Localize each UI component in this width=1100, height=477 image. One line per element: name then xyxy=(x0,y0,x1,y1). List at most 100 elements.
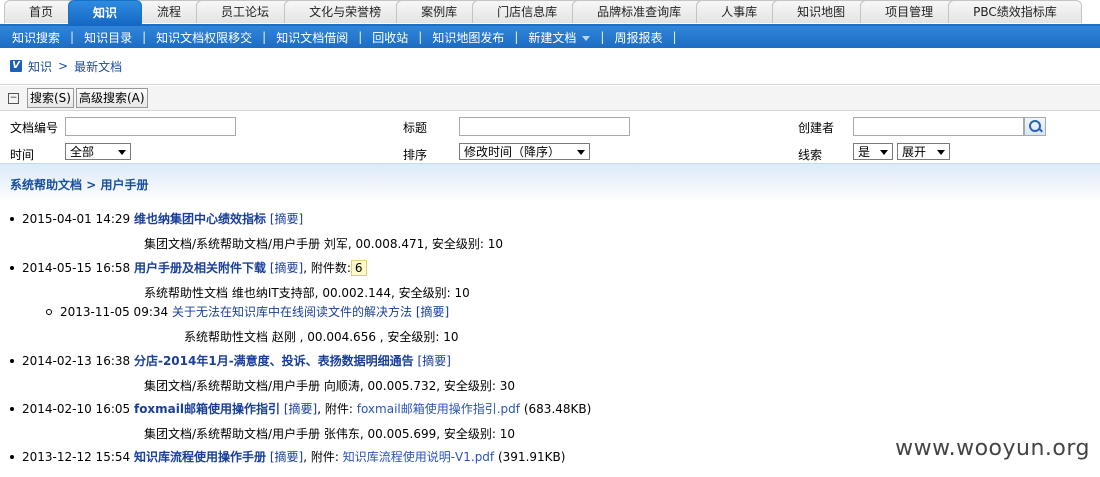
sort-label: 排序 xyxy=(403,148,428,162)
attachment-size: (391.91KB) xyxy=(497,450,566,464)
creator-label: 创建者 xyxy=(798,121,835,135)
section-path-user-manual[interactable]: 用户手册 xyxy=(100,176,148,193)
chevron-down-icon xyxy=(582,35,591,41)
title-label: 标题 xyxy=(403,121,428,135)
title-input[interactable] xyxy=(459,117,630,136)
attachment-file-link[interactable]: foxmail邮箱使用操作指引.pdf xyxy=(357,402,520,416)
tab-forum[interactable]: 员工论坛 xyxy=(196,0,295,23)
subnav-weekly-report[interactable]: 周报报表 xyxy=(614,29,662,46)
doc-summary-link[interactable]: [摘要] xyxy=(416,305,449,319)
doc-summary-link[interactable]: [摘要] xyxy=(270,261,303,275)
chevron-down-icon xyxy=(118,150,126,155)
breadcrumb-root[interactable]: 知识 xyxy=(28,58,52,75)
subnav-separator: | xyxy=(358,30,363,44)
search-button[interactable]: 搜索(S) xyxy=(27,88,74,108)
thread-select-value: 是 xyxy=(858,145,871,159)
doc-title-link[interactable]: 分店-2014年1月-满意度、投诉、表扬数据明细通告 xyxy=(134,354,414,368)
doc-number-input[interactable] xyxy=(65,117,236,136)
doc-summary-link[interactable]: [摘要] xyxy=(284,402,317,416)
subnav-map-publish[interactable]: 知识地图发布 xyxy=(432,29,504,46)
breadcrumb: V 知识 > 最新文档 xyxy=(0,48,1100,85)
time-select[interactable]: 全部 xyxy=(65,143,131,160)
collapse-icon[interactable]: − xyxy=(8,92,19,104)
bullet-icon xyxy=(10,454,14,459)
tab-pbc[interactable]: PBC绩效指标库 xyxy=(948,0,1082,23)
doc-title-link[interactable]: foxmail邮箱使用操作指引 xyxy=(134,402,280,416)
tab-brand-standard[interactable]: 品牌标准查询库 xyxy=(572,0,707,23)
tab-home[interactable]: 首页 xyxy=(4,0,79,23)
expand-select[interactable]: 展开 xyxy=(897,143,950,160)
subnav-separator: | xyxy=(70,30,75,44)
attachment-file-link[interactable]: 知识库流程使用说明-V1.pdf xyxy=(343,450,494,464)
tab-projects[interactable]: 项目管理 xyxy=(860,0,959,23)
advanced-search-button[interactable]: 高级搜索(A) xyxy=(75,88,148,108)
attachment-count-badge[interactable]: 6 xyxy=(350,260,367,276)
subnav-separator: | xyxy=(262,30,267,44)
time-select-value: 全部 xyxy=(70,145,95,159)
tab-hr[interactable]: 人事库 xyxy=(696,0,783,23)
bullet-icon xyxy=(10,265,14,270)
doc-summary-link[interactable]: [摘要] xyxy=(418,354,451,368)
list-item: 2013-11-05 09:34 关于无法在知识库中在线阅读文件的解决方法 [摘… xyxy=(0,303,1100,345)
attachment-label: , 附件: xyxy=(303,450,339,464)
doc-title-link[interactable]: 知识库流程使用操作手册 xyxy=(134,450,266,464)
search-toolbar: − 搜索(S) 高级搜索(A) xyxy=(0,86,1100,111)
breadcrumb-current[interactable]: 最新文档 xyxy=(74,58,122,75)
chevron-down-icon xyxy=(577,150,585,155)
subnav-separator: | xyxy=(418,30,423,44)
subnav-separator: | xyxy=(142,30,147,44)
subnav-separator: | xyxy=(600,30,605,44)
doc-meta: 系统帮助性文档 维也纳IT支持部, 00.002.144, 安全级别: 10 xyxy=(144,286,470,300)
doc-meta: 系统帮助性文档 赵刚 , 00.004.656 , 安全级别: 10 xyxy=(184,330,459,344)
tab-process[interactable]: 流程 xyxy=(132,0,207,23)
chevron-down-icon xyxy=(937,150,945,155)
subnav-knowledge-catalog[interactable]: 知识目录 xyxy=(84,29,132,46)
list-item: 2014-05-15 16:58 用户手册及相关附件下载 [摘要], 附件数: 6… xyxy=(0,259,1100,301)
tab-knowledge[interactable]: 知识 xyxy=(68,0,143,26)
subnav-knowledge-search[interactable]: 知识搜索 xyxy=(12,29,60,46)
subnav-new-document[interactable]: 新建文档 xyxy=(528,29,591,46)
tab-cases[interactable]: 案例库 xyxy=(396,0,483,23)
breadcrumb-separator: > xyxy=(58,59,69,73)
doc-date: 2013-12-12 15:54 xyxy=(22,450,131,464)
subnav-new-document-label: 新建文档 xyxy=(528,30,577,45)
doc-summary-link[interactable]: [摘要] xyxy=(270,450,303,464)
section-path-separator: > xyxy=(86,178,97,192)
thread-select[interactable]: 是 xyxy=(853,143,893,160)
thread-label: 线索 xyxy=(798,148,823,162)
chevron-down-icon xyxy=(880,150,888,155)
doc-date: 2014-02-10 16:05 xyxy=(22,402,131,416)
doc-date: 2014-02-13 16:38 xyxy=(22,354,131,368)
doc-title-link[interactable]: 关于无法在知识库中在线阅读文件的解决方法 xyxy=(172,305,412,319)
bullet-icon xyxy=(10,406,14,411)
knowledge-logo-icon: V xyxy=(10,60,22,72)
creator-search-button[interactable] xyxy=(1024,117,1046,136)
tab-store-info[interactable]: 门店信息库 xyxy=(472,0,583,23)
watermark: www.wooyun.org xyxy=(895,436,1090,461)
doc-number-label: 文档编号 xyxy=(10,121,59,135)
doc-date: 2013-11-05 09:34 xyxy=(60,305,169,319)
doc-date: 2014-05-15 16:58 xyxy=(22,261,131,275)
attachment-size: (683.48KB) xyxy=(523,402,592,416)
section-path-help-docs[interactable]: 系统帮助文档 xyxy=(10,176,82,193)
sub-bullet-icon xyxy=(46,308,52,315)
subnav-permission-transfer[interactable]: 知识文档权限移交 xyxy=(156,29,252,46)
creator-input[interactable] xyxy=(853,117,1024,136)
subnav-recycle-bin[interactable]: 回收站 xyxy=(372,29,408,46)
doc-title-link[interactable]: 维也纳集团中心绩效指标 xyxy=(134,212,266,226)
doc-meta: 集团文档/系统帮助文档/用户手册 向顺涛, 00.005.732, 安全级别: … xyxy=(144,379,515,393)
subnav-doc-borrow[interactable]: 知识文档借阅 xyxy=(276,29,348,46)
list-item: 2015-04-01 14:29 维也纳集团中心绩效指标 [摘要] 集团文档/系… xyxy=(0,210,1100,252)
doc-title-link[interactable]: 用户手册及相关附件下载 xyxy=(134,261,266,275)
tab-culture[interactable]: 文化与荣誉榜 xyxy=(284,0,407,23)
tab-knowledge-map[interactable]: 知识地图 xyxy=(772,0,871,23)
list-item: 2014-02-13 16:38 分店-2014年1月-满意度、投诉、表扬数据明… xyxy=(0,352,1100,394)
doc-summary-link[interactable]: [摘要] xyxy=(270,212,303,226)
sort-select-value: 修改时间（降序） xyxy=(464,145,561,159)
attachment-label: , 附件: xyxy=(317,402,353,416)
sub-nav: 知识搜索 | 知识目录 | 知识文档权限移交 | 知识文档借阅 | 回收站 | … xyxy=(0,26,1100,48)
doc-meta: 集团文档/系统帮助文档/用户手册 刘军, 00.008.471, 安全级别: 1… xyxy=(144,237,503,251)
subnav-separator: | xyxy=(514,30,519,44)
sort-select[interactable]: 修改时间（降序） xyxy=(459,143,590,160)
attachment-count-label: , 附件数: xyxy=(303,261,351,275)
